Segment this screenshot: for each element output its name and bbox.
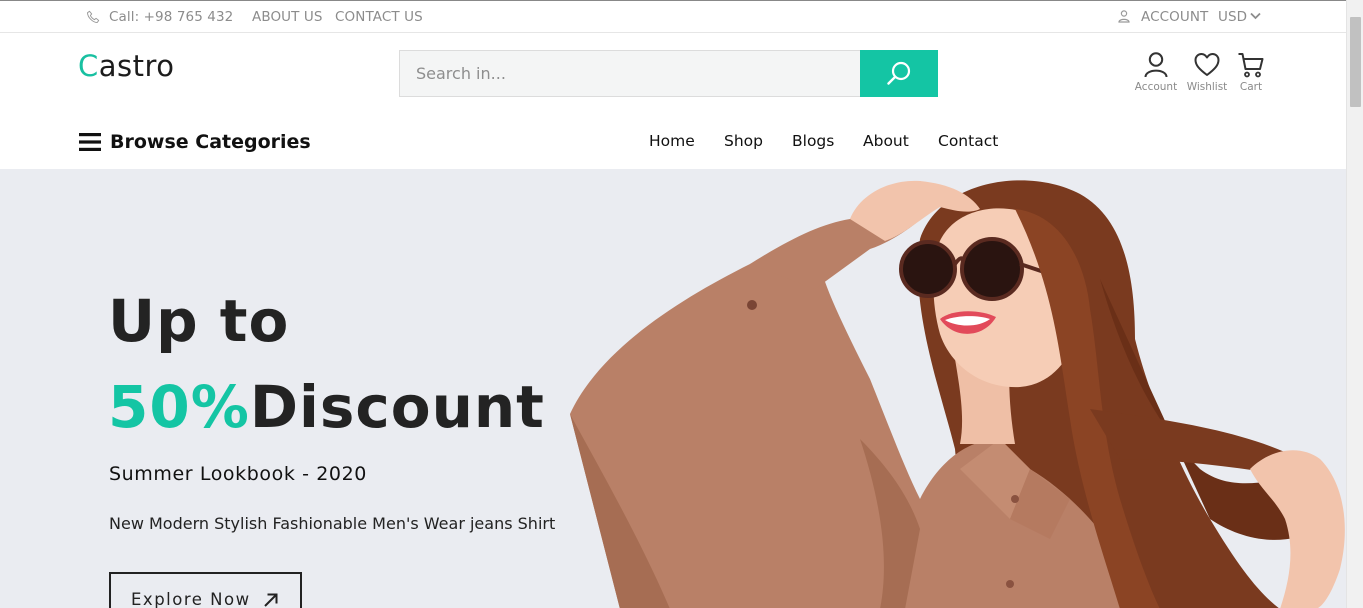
- discount-word: Discount: [249, 373, 545, 441]
- logo-text: astro: [98, 49, 175, 83]
- about-us-link[interactable]: ABOUT US: [252, 9, 323, 25]
- wishlist-label: Wishlist: [1186, 81, 1228, 93]
- account-button[interactable]: Account: [1133, 51, 1179, 93]
- user-icon: [1118, 10, 1130, 23]
- currency-select[interactable]: USD: [1218, 9, 1247, 25]
- discount-percent: 50%: [108, 373, 250, 441]
- search-bar: [399, 50, 938, 97]
- phone-icon: [87, 10, 100, 23]
- explore-now-label: Explore Now: [131, 590, 251, 608]
- heart-icon: [1194, 53, 1220, 76]
- phone-number: Call: +98 765 432: [109, 9, 234, 25]
- search-input[interactable]: [399, 50, 861, 97]
- nav-contact[interactable]: Contact: [938, 132, 998, 150]
- page: Call: +98 765 432 ABOUT US CONTACT US AC…: [0, 0, 1346, 608]
- search-button[interactable]: [860, 50, 938, 97]
- cart-icon: [1238, 53, 1264, 78]
- browse-categories-label: Browse Categories: [110, 131, 311, 153]
- arrow-up-right-icon: [263, 593, 278, 607]
- hero-heading-line1: Up to: [108, 287, 290, 355]
- chevron-down-icon[interactable]: [1250, 12, 1261, 20]
- nav-about[interactable]: About: [863, 132, 909, 150]
- cart-label: Cart: [1239, 81, 1263, 93]
- logo-accent-letter: C: [78, 49, 99, 83]
- contact-us-link[interactable]: CONTACT US: [335, 9, 423, 25]
- explore-now-button[interactable]: Explore Now: [109, 572, 302, 608]
- scrollbar-thumb[interactable]: [1350, 17, 1361, 107]
- hero-subtitle: Summer Lookbook - 2020: [109, 463, 367, 485]
- account-link[interactable]: ACCOUNT: [1141, 9, 1208, 25]
- cart-button[interactable]: Cart: [1228, 51, 1274, 93]
- nav-home[interactable]: Home: [649, 132, 695, 150]
- hero-banner: Up to 50%Discount Summer Lookbook - 2020…: [0, 169, 1346, 608]
- menu-icon: [79, 133, 101, 151]
- hero-heading-line2: 50%Discount: [108, 373, 545, 441]
- vertical-scrollbar[interactable]: [1346, 0, 1363, 608]
- wishlist-button[interactable]: Wishlist: [1184, 51, 1230, 93]
- nav-blogs[interactable]: Blogs: [792, 132, 834, 150]
- account-label: Account: [1134, 81, 1178, 93]
- top-bar: Call: +98 765 432 ABOUT US CONTACT US AC…: [0, 1, 1346, 33]
- search-icon: [887, 61, 911, 85]
- browse-categories-button[interactable]: Browse Categories: [79, 129, 311, 155]
- logo[interactable]: Castro: [78, 49, 175, 83]
- model-image: [570, 180, 1345, 608]
- nav-shop[interactable]: Shop: [724, 132, 763, 150]
- hero-description: New Modern Stylish Fashionable Men's Wea…: [109, 514, 556, 533]
- account-icon: [1144, 52, 1168, 78]
